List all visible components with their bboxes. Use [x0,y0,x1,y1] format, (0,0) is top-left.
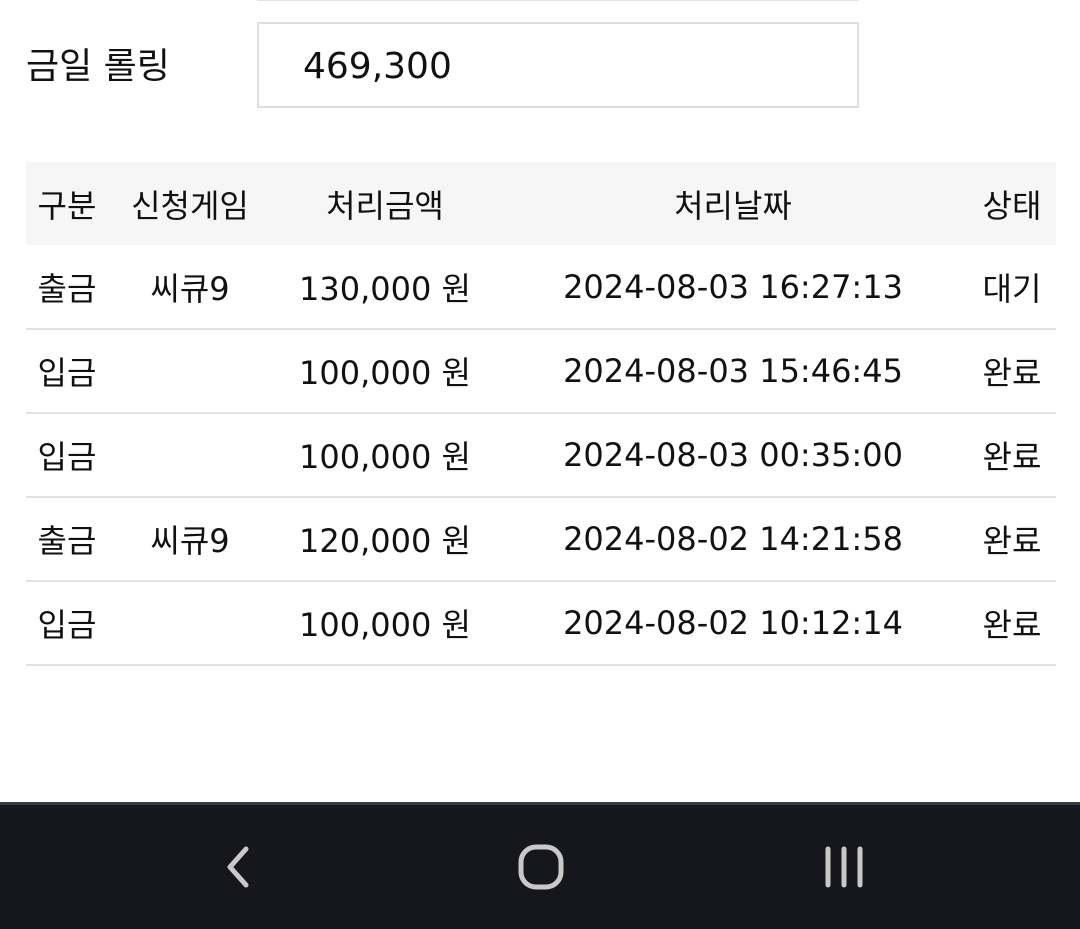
rolling-label: 금일 롤링 [26,46,170,87]
row-amount: 100,000 원 [299,438,471,476]
row-status: 대기 [982,269,1042,308]
row-amount: 100,000 원 [299,606,471,644]
row-game: 씨큐9 [150,269,230,308]
row-type: 입금 [37,354,97,392]
row-status: 완료 [982,606,1042,644]
top-divider [257,0,859,1]
recent-apps-button[interactable] [784,805,904,929]
header-status: 상태 [982,186,1042,225]
row-type: 입금 [37,438,97,476]
row-date: 2024-08-03 15:46:45 [563,352,903,390]
row-type: 입금 [37,606,97,644]
row-date: 2024-08-03 00:35:00 [563,436,903,474]
header-amount: 처리금액 [326,186,444,225]
rolling-field: 469,300 [257,22,859,108]
row-amount: 130,000 원 [299,269,471,308]
table-row: 출금 씨큐9 120,000 원 2024-08-02 14:21:58 완료 [26,497,1056,581]
rolling-value: 469,300 [303,46,452,87]
row-game [108,329,272,413]
row-status: 완료 [982,438,1042,476]
row-game: 씨큐9 [150,522,230,560]
system-navigation-bar [0,802,1080,929]
row-amount: 120,000 원 [299,522,471,560]
transaction-table: 구분 신청게임 처리금액 처리날짜 상태 출금 씨큐9 130,000 원 20… [26,162,1056,666]
header-type: 구분 [37,186,97,225]
table-header-row: 구분 신청게임 처리금액 처리날짜 상태 [26,162,1056,245]
row-status: 완료 [982,354,1042,392]
row-date: 2024-08-02 10:12:14 [563,604,903,642]
back-button[interactable] [179,805,299,929]
row-game [108,413,272,497]
table-row: 입금 100,000 원 2024-08-03 00:35:00 완료 [26,413,1056,497]
recent-apps-icon [825,846,863,888]
home-button[interactable] [481,805,601,929]
row-game [108,581,272,665]
row-type: 출금 [37,269,97,308]
row-status: 완료 [982,522,1042,560]
header-game: 신청게임 [131,186,249,225]
back-icon [227,846,249,888]
row-amount: 100,000 원 [299,354,471,392]
table-row: 입금 100,000 원 2024-08-03 15:46:45 완료 [26,329,1056,413]
table-row: 출금 씨큐9 130,000 원 2024-08-03 16:27:13 대기 [26,245,1056,329]
header-date: 처리날짜 [674,186,792,225]
row-date: 2024-08-02 14:21:58 [563,520,903,558]
row-date: 2024-08-03 16:27:13 [563,267,903,306]
home-icon [518,844,564,890]
row-type: 출금 [37,522,97,560]
table-row: 입금 100,000 원 2024-08-02 10:12:14 완료 [26,581,1056,665]
